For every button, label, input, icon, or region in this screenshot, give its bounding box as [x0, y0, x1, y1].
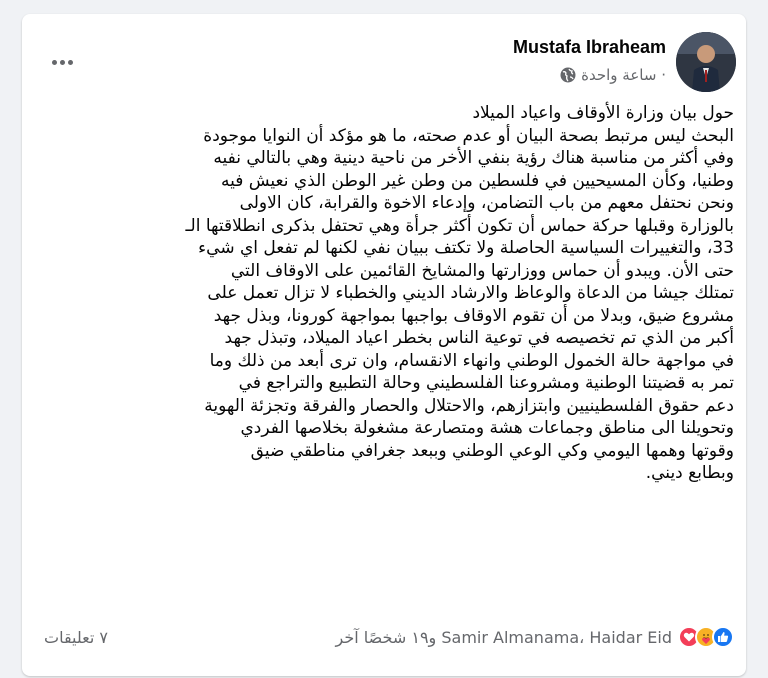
post-body: حول بيان وزارة الأوقاف واعياد الميلاد ال… — [46, 102, 734, 485]
reaction-icons — [678, 626, 734, 648]
author-avatar[interactable] — [676, 32, 736, 92]
post-line: بالوزارة وقبلها حركة حماس أن تكون أكثر ج… — [185, 215, 734, 236]
globe-icon[interactable] — [560, 67, 576, 83]
comments-count[interactable]: ٧ تعليقات — [44, 628, 108, 647]
post-line: وقوتها وهمها اليومي وكي الوعي الوطني وبب… — [250, 440, 734, 461]
post-footer: ٧ تعليقات Samir Almanama، Haidar Eid و١٩… — [22, 622, 746, 652]
post-header: Mustafa Ibraheam ساعة واحدة · — [22, 32, 746, 92]
post-line: أكبر من الذي تم تخصيصه في توعية الناس بخ… — [224, 328, 734, 348]
post-line: حتى الأن. ويبدو أن حماس ووزارتها والمشاي… — [230, 260, 734, 281]
post-line: حول بيان وزارة الأوقاف واعياد الميلاد — [472, 103, 734, 123]
post-line: وبطابع ديني. — [645, 463, 734, 483]
reaction-names[interactable]: Samir Almanama، Haidar Eid و١٩ شخصًا آخر — [336, 628, 672, 647]
post-line: وتحويلنا الى مناطق وجماعات هشة ومتصارعة … — [240, 418, 734, 438]
post-line: وفي أكثر من مناسبة هناك رؤية بنفي الأخر … — [213, 148, 734, 168]
post-line: في مواجهة حالة الخمول الوطني وانهاء الان… — [209, 350, 734, 371]
post-line: مشروع ضيق، وبدلا من أن تقوم الاوقاف بواج… — [213, 305, 734, 326]
post-line: البحث ليس مرتبط بصحة البيان أو عدم صحته،… — [203, 125, 734, 146]
post-line: تمر به قضيتنا الوطنية ومشروعنا الفلسطيني… — [238, 373, 734, 393]
post-card: Mustafa Ibraheam ساعة واحدة · حول بيان و… — [22, 14, 746, 676]
post-line: تمتلك جيشا من الدعاة والوعاظ والارشاد ال… — [207, 283, 734, 303]
more-dot — [51, 59, 57, 65]
more-options-icon[interactable] — [44, 44, 80, 80]
post-line: وطنيا، وكأن المسيحيين في فلسطين من وطن غ… — [220, 170, 734, 191]
post-line: دعم حقوق الفلسطينيين وابتزازهم، والاحتلا… — [204, 395, 734, 416]
avatar-image — [676, 32, 736, 92]
post-line: 33، والتغييرات السياسية الحاصلة ولا تكتف… — [198, 238, 734, 258]
post-meta: ساعة واحدة · — [560, 66, 666, 84]
post-line: ونحن نحتفل معهم من باب التضامن، وإدعاء ا… — [239, 193, 734, 213]
reactions-summary[interactable]: Samir Almanama، Haidar Eid و١٩ شخصًا آخر — [336, 626, 734, 648]
more-dot — [67, 59, 73, 65]
like-reaction-icon — [712, 626, 734, 648]
more-dot — [59, 59, 65, 65]
author-name[interactable]: Mustafa Ibraheam — [513, 37, 666, 58]
post-time[interactable]: ساعة واحدة · — [581, 66, 666, 84]
